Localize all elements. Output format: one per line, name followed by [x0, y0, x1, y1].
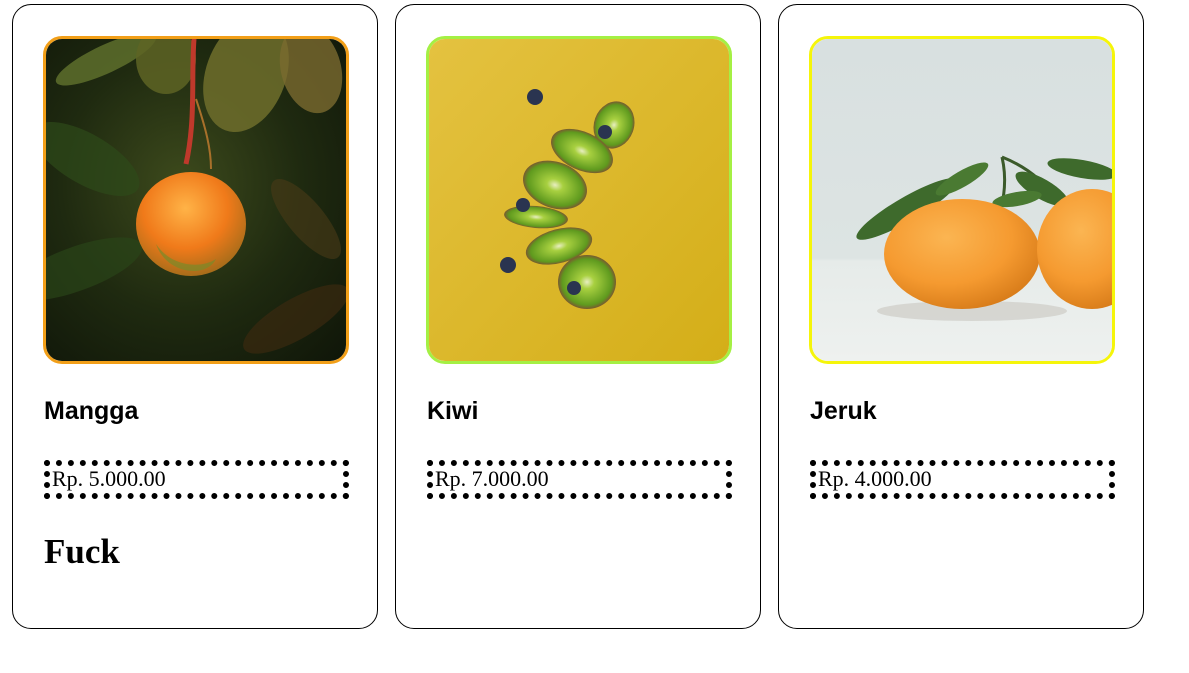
product-extra-text: Fuck [44, 532, 120, 571]
product-name: Jeruk [810, 397, 877, 425]
orange-photo [809, 36, 1115, 364]
product-card-grid: Mangga Rp. 5.000.00 Fuck Kiwi Rp. 7.000.… [0, 0, 1189, 673]
product-name: Mangga [44, 397, 139, 425]
product-card-mangga: Mangga Rp. 5.000.00 Fuck [12, 4, 378, 629]
product-price: Rp. 5.000.00 [44, 460, 349, 499]
kiwi-photo [426, 36, 732, 364]
product-card-kiwi: Kiwi Rp. 7.000.00 [395, 4, 761, 629]
product-price: Rp. 7.000.00 [427, 460, 732, 499]
product-name: Kiwi [427, 397, 479, 425]
mango-photo [43, 36, 349, 364]
product-price: Rp. 4.000.00 [810, 460, 1115, 499]
product-card-jeruk: Jeruk Rp. 4.000.00 [778, 4, 1144, 629]
